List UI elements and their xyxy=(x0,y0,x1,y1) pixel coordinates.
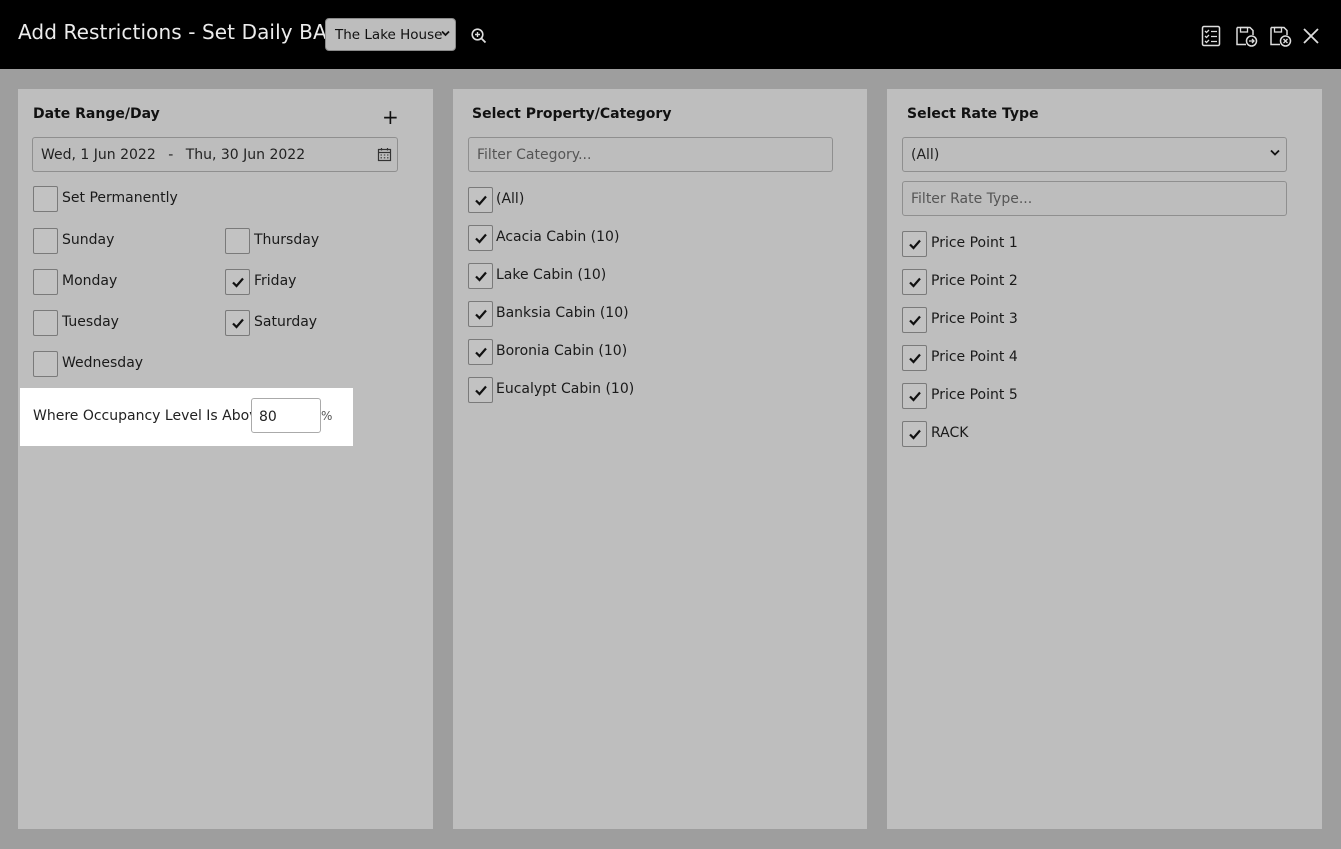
check-icon xyxy=(475,309,487,320)
rate-label: Price Point 5 xyxy=(931,387,1018,403)
chevron-down-icon xyxy=(441,30,450,37)
category-checkbox-all[interactable] xyxy=(468,187,493,213)
rate-checkbox-pp5[interactable] xyxy=(902,383,927,409)
rate-type-select-value: (All) xyxy=(911,147,940,163)
save-and-close-icon[interactable] xyxy=(1268,24,1292,48)
monday-label: Monday xyxy=(62,273,118,289)
occupancy-input[interactable]: 80 xyxy=(251,398,321,433)
save-and-new-icon[interactable] xyxy=(1234,24,1258,48)
check-icon xyxy=(475,385,487,396)
friday-label: Friday xyxy=(254,273,297,289)
rate-label: RACK xyxy=(931,425,969,441)
check-icon xyxy=(909,429,921,440)
tuesday-checkbox[interactable] xyxy=(33,310,58,336)
check-icon xyxy=(909,391,921,402)
category-label: (All) xyxy=(496,191,525,207)
property-select-value: The Lake House xyxy=(335,27,443,43)
category-label: Acacia Cabin (10) xyxy=(496,229,620,245)
check-icon xyxy=(909,315,921,326)
thursday-label: Thursday xyxy=(254,232,320,248)
check-icon xyxy=(909,277,921,288)
check-icon xyxy=(232,318,244,329)
check-icon xyxy=(475,233,487,244)
close-icon[interactable] xyxy=(1300,25,1322,47)
category-checkbox-acacia[interactable] xyxy=(468,225,493,251)
calendar-icon[interactable] xyxy=(377,147,392,162)
check-icon xyxy=(909,239,921,250)
occupancy-unit: % xyxy=(321,409,333,423)
check-icon xyxy=(232,277,244,288)
date-separator: - xyxy=(168,147,174,163)
rate-type-select[interactable]: (All) xyxy=(902,137,1287,172)
date-to: Thu, 30 Jun 2022 xyxy=(185,147,306,163)
friday-checkbox[interactable] xyxy=(225,269,250,295)
category-checkbox-banksia[interactable] xyxy=(468,301,493,327)
rate-panel-title: Select Rate Type xyxy=(907,106,1039,122)
category-label: Banksia Cabin (10) xyxy=(496,305,629,321)
rate-label: Price Point 1 xyxy=(931,235,1018,251)
set-permanently-checkbox[interactable] xyxy=(33,186,58,212)
category-label: Eucalypt Cabin (10) xyxy=(496,381,635,397)
rate-checkbox-pp3[interactable] xyxy=(902,307,927,333)
property-select[interactable]: The Lake House xyxy=(325,18,456,51)
check-icon xyxy=(475,195,487,206)
checklist-icon[interactable] xyxy=(1199,24,1223,48)
filter-category-placeholder: Filter Category... xyxy=(477,147,592,163)
date-from: Wed, 1 Jun 2022 xyxy=(41,147,156,163)
page-title: Add Restrictions - Set Daily BAR xyxy=(18,20,341,44)
date-range-panel: Date Range/Day + Wed, 1 Jun 2022 - Thu, … xyxy=(18,89,433,829)
chevron-down-icon xyxy=(1270,149,1280,156)
rate-label: Price Point 2 xyxy=(931,273,1018,289)
filter-rate-type-placeholder: Filter Rate Type... xyxy=(911,191,1033,207)
check-icon xyxy=(475,271,487,282)
category-label: Lake Cabin (10) xyxy=(496,267,607,283)
wednesday-checkbox[interactable] xyxy=(33,351,58,377)
category-checkbox-boronia[interactable] xyxy=(468,339,493,365)
wednesday-label: Wednesday xyxy=(62,355,144,371)
category-panel-title: Select Property/Category xyxy=(472,106,672,122)
check-icon xyxy=(475,347,487,358)
saturday-checkbox[interactable] xyxy=(225,310,250,336)
header-bar: Add Restrictions - Set Daily BAR The Lak… xyxy=(0,0,1341,69)
thursday-checkbox[interactable] xyxy=(225,228,250,254)
filter-rate-type-input[interactable]: Filter Rate Type... xyxy=(902,181,1287,216)
date-panel-title: Date Range/Day xyxy=(33,106,160,122)
rate-checkbox-pp2[interactable] xyxy=(902,269,927,295)
category-label: Boronia Cabin (10) xyxy=(496,343,628,359)
set-permanently-label: Set Permanently xyxy=(62,190,178,206)
saturday-label: Saturday xyxy=(254,314,318,330)
zoom-in-icon[interactable] xyxy=(470,27,488,45)
occupancy-label: Where Occupancy Level Is Above xyxy=(33,408,267,424)
date-range-field[interactable]: Wed, 1 Jun 2022 - Thu, 30 Jun 2022 xyxy=(32,137,398,172)
rate-checkbox-rack[interactable] xyxy=(902,421,927,447)
rate-label: Price Point 3 xyxy=(931,311,1018,327)
add-date-range-button[interactable]: + xyxy=(382,107,399,127)
tuesday-label: Tuesday xyxy=(62,314,119,330)
rate-label: Price Point 4 xyxy=(931,349,1018,365)
category-checkbox-lake[interactable] xyxy=(468,263,493,289)
category-checkbox-eucalypt[interactable] xyxy=(468,377,493,403)
check-icon xyxy=(909,353,921,364)
filter-category-input[interactable]: Filter Category... xyxy=(468,137,833,172)
rate-type-panel: Select Rate Type (All) Filter Rate Type.… xyxy=(887,89,1322,829)
rate-checkbox-pp1[interactable] xyxy=(902,231,927,257)
sunday-checkbox[interactable] xyxy=(33,228,58,254)
occupancy-level-section: Where Occupancy Level Is Above 80 % xyxy=(20,388,353,446)
sunday-label: Sunday xyxy=(62,232,115,248)
rate-checkbox-pp4[interactable] xyxy=(902,345,927,371)
category-panel: Select Property/Category Filter Category… xyxy=(453,89,867,829)
monday-checkbox[interactable] xyxy=(33,269,58,295)
